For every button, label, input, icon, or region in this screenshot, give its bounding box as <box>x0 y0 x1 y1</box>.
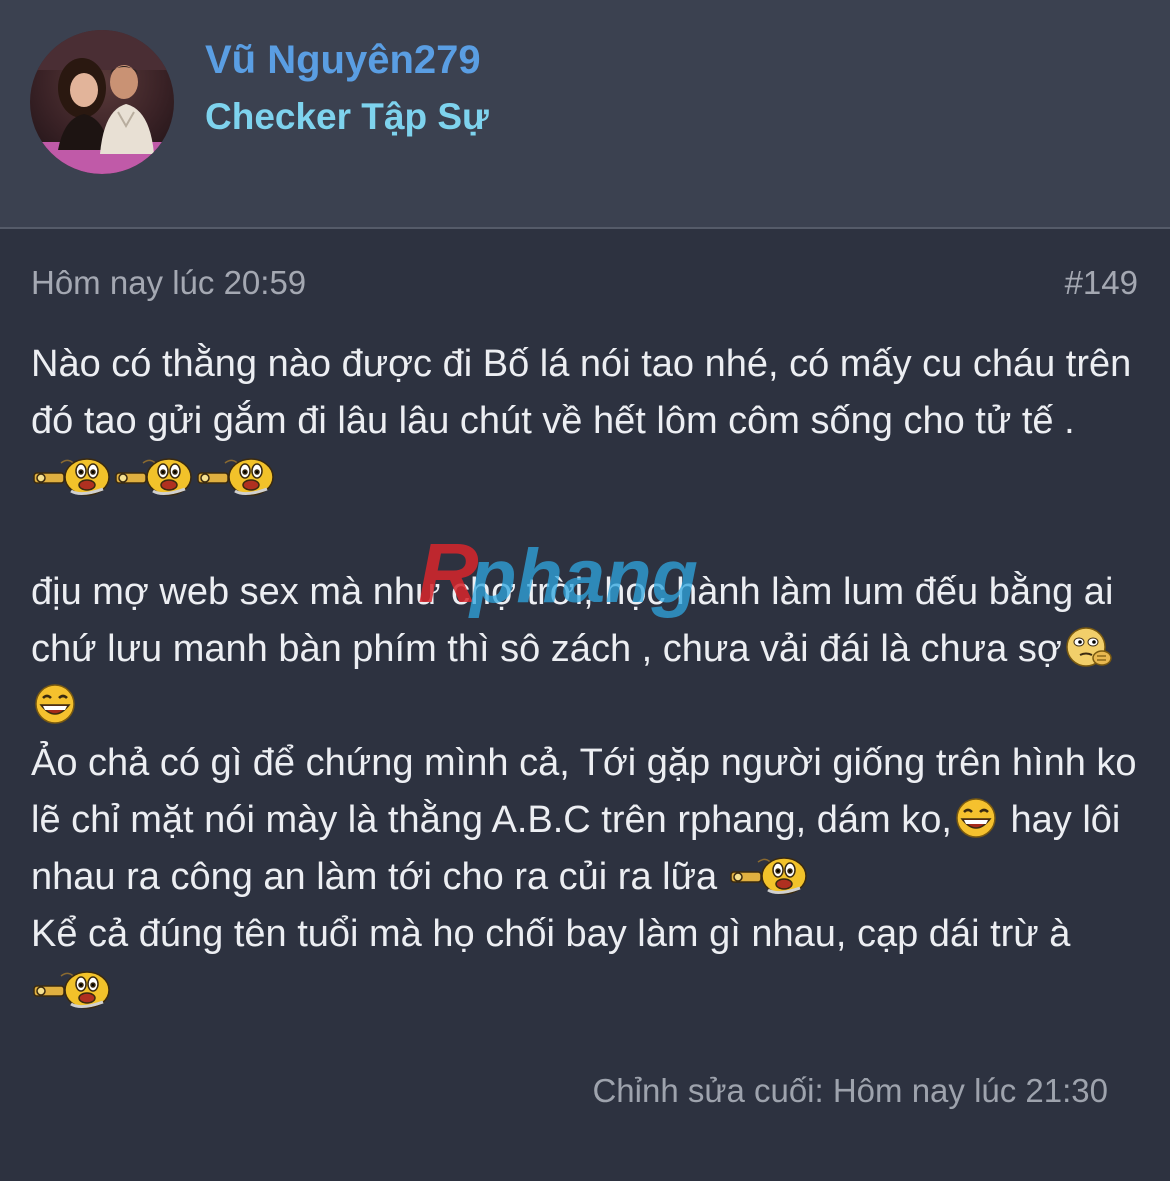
post-paragraph: Kể cả đúng tên tuổi mà họ chối bay làm g… <box>31 906 1141 1020</box>
forum-post-page: Vũ Nguyên279 Checker Tập Sự Hôm nay lúc … <box>0 0 1170 1181</box>
laughing-smiley-icon <box>952 797 1000 839</box>
username-link[interactable]: Vũ Nguyên279 <box>205 36 481 84</box>
post-paragraph: Nào có thằng nào được đi Bố lá nói tao n… <box>31 336 1141 507</box>
post-paragraph: địu mợ web sex mà như chợ trời, học hành… <box>31 564 1141 735</box>
crazy-smiley-icon <box>31 455 113 497</box>
crazy-smiley-icon <box>113 455 195 497</box>
last-edited-note: Chỉnh sửa cuối: Hôm nay lúc 21:30 <box>592 1072 1108 1109</box>
crazy-smiley-icon <box>31 968 113 1010</box>
crazy-smiley-icon <box>195 455 277 497</box>
laughing-smiley-icon <box>31 683 79 725</box>
post-message-body: Nào có thằng nào được đi Bố lá nói tao n… <box>31 336 1141 1020</box>
post-date-link[interactable]: Hôm nay lúc 20:59 <box>31 262 306 304</box>
post-text: địu mợ web sex mà như chợ trời, học hành… <box>31 571 1114 670</box>
user-rank-title: Checker Tập Sự <box>205 96 489 137</box>
avatar-photo-icon <box>30 30 174 174</box>
post-number-link[interactable]: #149 <box>1065 262 1138 304</box>
crazy-smiley-icon <box>728 854 810 896</box>
user-avatar[interactable] <box>30 30 174 174</box>
thinking-smiley-icon <box>1062 626 1116 668</box>
post-author-header: Vũ Nguyên279 Checker Tập Sự <box>0 0 1170 229</box>
post-paragraph: Ảo chả có gì để chứng mình cả, Tới gặp n… <box>31 735 1141 906</box>
post-text: Kể cả đúng tên tuổi mà họ chối bay làm g… <box>31 913 1071 955</box>
post-text: Nào có thằng nào được đi Bố lá nói tao n… <box>31 343 1132 442</box>
